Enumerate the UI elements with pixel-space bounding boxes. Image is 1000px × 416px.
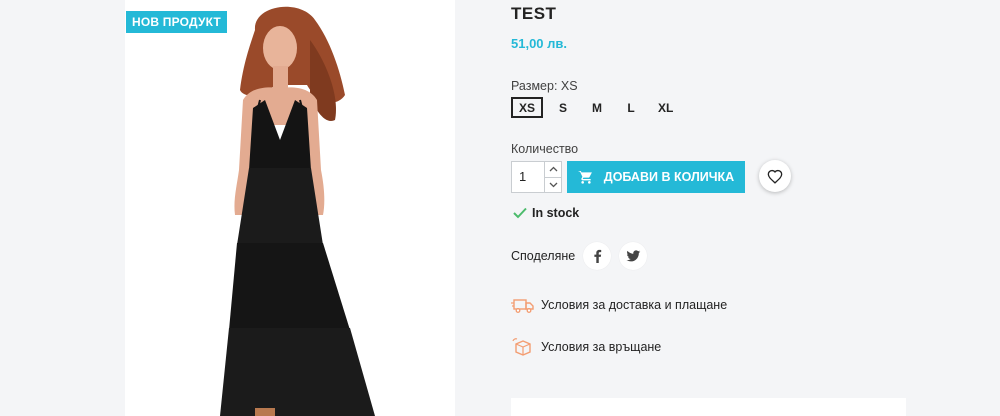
- product-details-panel: [511, 398, 906, 416]
- delivery-terms-label: Условия за доставка и плащане: [541, 298, 728, 312]
- size-selector: XS S M L XL: [511, 97, 680, 118]
- share-twitter-button[interactable]: [619, 242, 648, 270]
- delivery-terms-item[interactable]: Условия за доставка и плащане: [511, 296, 727, 314]
- add-to-cart-button[interactable]: ДОБАВИ В КОЛИЧКА: [567, 161, 745, 193]
- quantity-label: Количество: [511, 142, 579, 156]
- size-option-s[interactable]: S: [549, 97, 577, 118]
- chevron-down-icon: [549, 182, 557, 188]
- size-label: Размер: XS: [511, 79, 578, 93]
- chevron-up-icon: [549, 166, 557, 172]
- size-option-m[interactable]: M: [583, 97, 611, 118]
- quantity-increase-button[interactable]: [545, 162, 561, 177]
- heart-icon: [767, 169, 783, 184]
- size-option-xs[interactable]: XS: [511, 97, 544, 118]
- delivery-truck-icon: [511, 299, 534, 313]
- quantity-buttons: [544, 162, 561, 192]
- product-image[interactable]: [125, 0, 455, 416]
- product-photo: [125, 0, 455, 416]
- add-to-cart-label: ДОБАВИ В КОЛИЧКА: [603, 170, 735, 184]
- product-info: TEST 51,00 лв. Размер: XS XS S M L XL Ко…: [511, 0, 911, 416]
- social-sharing: Споделяне: [511, 242, 648, 270]
- quantity-stepper: 1: [511, 161, 562, 193]
- size-option-l[interactable]: L: [617, 97, 645, 118]
- check-icon: [513, 207, 527, 219]
- size-option-xl[interactable]: XL: [651, 97, 680, 118]
- wishlist-button[interactable]: [759, 160, 791, 192]
- stock-label: In stock: [532, 206, 580, 220]
- product-page: НОВ ПРОДУКТ TEST 51,00 лв. Размер: XS XS…: [0, 0, 1000, 416]
- return-box-icon: [512, 338, 531, 356]
- new-product-badge: НОВ ПРОДУКТ: [126, 11, 227, 33]
- facebook-icon: [594, 249, 602, 263]
- shopping-cart-icon: [578, 170, 592, 184]
- share-label: Споделяне: [511, 249, 576, 263]
- share-facebook-button[interactable]: [583, 242, 612, 270]
- quantity-decrease-button[interactable]: [545, 176, 561, 192]
- twitter-icon: [626, 249, 641, 261]
- quantity-input[interactable]: 1: [512, 162, 544, 192]
- product-title: TEST: [511, 4, 557, 23]
- stock-status: In stock: [513, 206, 579, 220]
- product-price: 51,00 лв.: [511, 36, 568, 51]
- return-terms-label: Условия за връщане: [541, 340, 662, 354]
- return-terms-item[interactable]: Условия за връщане: [511, 338, 661, 356]
